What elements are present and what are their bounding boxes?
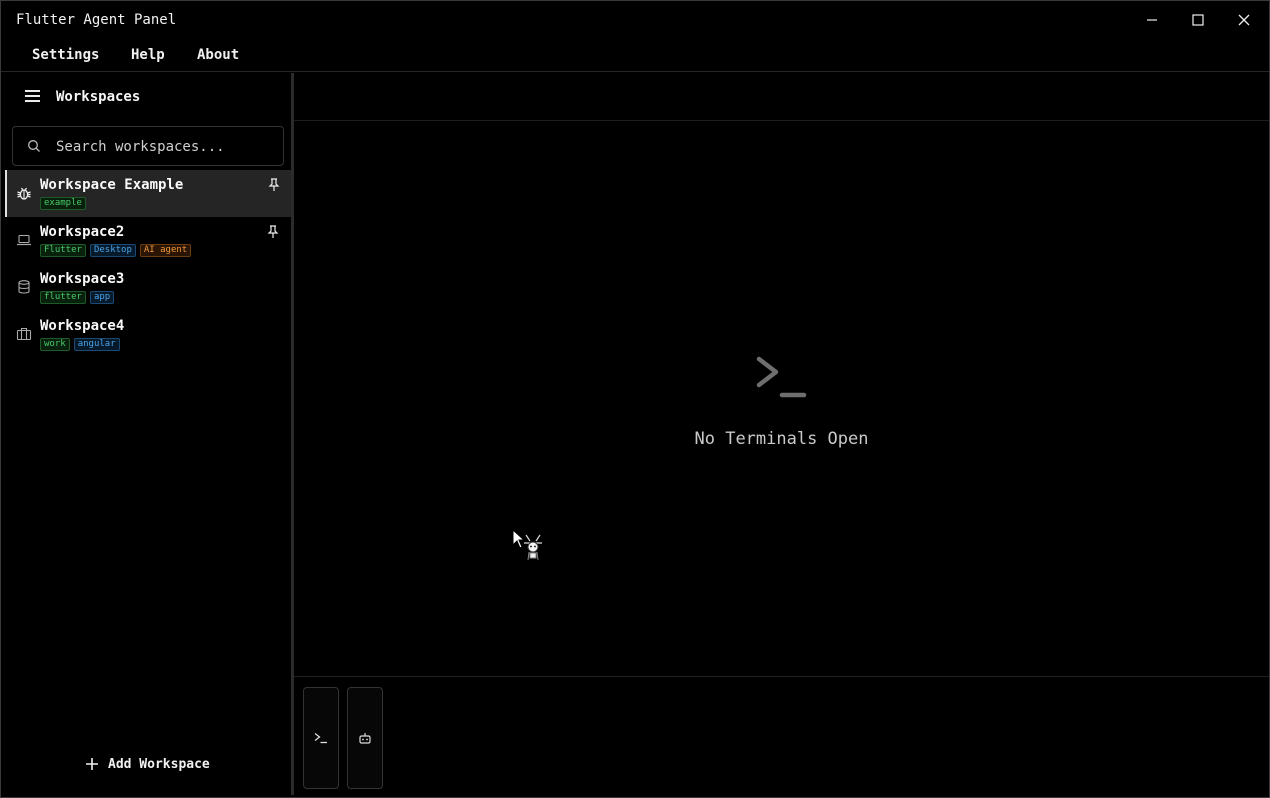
minimize-button[interactable]	[1129, 1, 1175, 39]
robot-icon	[359, 733, 371, 744]
database-icon	[18, 280, 30, 294]
briefcase-icon	[16, 327, 32, 341]
search-input[interactable]	[56, 136, 276, 158]
tag-badge: app	[89, 291, 115, 304]
add-workspace-label: Add Workspace	[108, 756, 210, 772]
menu-help[interactable]: Help	[131, 47, 165, 63]
search-box	[12, 126, 284, 166]
workspace-item[interactable]: Workspace2 Flutter Desktop AI agent	[5, 217, 292, 264]
tag-badge: angular	[73, 338, 120, 351]
sidebar-title: Workspaces	[56, 89, 141, 105]
laptop-icon	[17, 234, 31, 246]
pin-icon[interactable]	[267, 225, 279, 239]
mouse-cursor-icon	[512, 529, 542, 561]
pin-icon[interactable]	[268, 178, 280, 192]
maximize-button[interactable]	[1175, 1, 1221, 39]
workspace-item[interactable]: Workspace Example example	[5, 170, 292, 217]
bug-icon	[17, 187, 31, 200]
tag-badge: example	[40, 197, 86, 210]
workspace-name: Workspace4	[40, 318, 125, 334]
workspace-name: Workspace Example	[40, 177, 184, 193]
minimize-icon	[1147, 19, 1157, 21]
menu-about[interactable]: About	[197, 47, 239, 63]
workspace-tags: work angular	[40, 338, 120, 351]
workspace-item[interactable]: Workspace3 flutter app	[5, 264, 292, 311]
add-workspace-button[interactable]: Add Workspace	[85, 753, 210, 775]
close-icon	[1238, 14, 1250, 26]
new-terminal-button[interactable]	[303, 687, 339, 789]
menu-bar: Settings Help About	[1, 39, 1269, 72]
menu-settings[interactable]: Settings	[32, 47, 99, 63]
tag-badge: Flutter	[40, 244, 86, 257]
terminal-area: No Terminals Open	[294, 73, 1269, 795]
title-bar[interactable]: Flutter Agent Panel	[1, 1, 1269, 39]
new-agent-button[interactable]	[347, 687, 383, 789]
workspace-name: Workspace3	[40, 271, 125, 287]
maximize-icon	[1192, 14, 1204, 26]
terminal-toolbar	[294, 676, 1269, 795]
tag-badge: flutter	[40, 291, 86, 304]
workspace-tags: example	[40, 197, 86, 210]
workspace-sidebar: Workspaces Workspace Example example	[5, 73, 292, 795]
terminal-prompt-icon	[756, 356, 807, 398]
empty-state-text: No Terminals Open	[694, 429, 869, 449]
search-icon	[28, 140, 40, 152]
tag-badge: work	[40, 338, 70, 351]
workspace-tags: Flutter Desktop AI agent	[40, 244, 192, 257]
hamburger-menu-icon[interactable]	[25, 90, 40, 103]
tag-badge: Desktop	[89, 244, 136, 257]
workspace-item[interactable]: Workspace4 work angular	[5, 311, 292, 358]
plus-icon	[86, 758, 98, 770]
sidebar-header: Workspaces	[5, 73, 292, 121]
tag-badge: AI agent	[139, 244, 192, 257]
app-window: Flutter Agent Panel Settings Help About …	[0, 0, 1270, 798]
workspace-tags: flutter app	[40, 291, 115, 304]
terminal-icon	[314, 732, 327, 744]
workspace-name: Workspace2	[40, 224, 125, 240]
terminal-tab-bar	[294, 73, 1269, 121]
close-button[interactable]	[1221, 1, 1267, 39]
window-title: Flutter Agent Panel	[16, 12, 177, 28]
